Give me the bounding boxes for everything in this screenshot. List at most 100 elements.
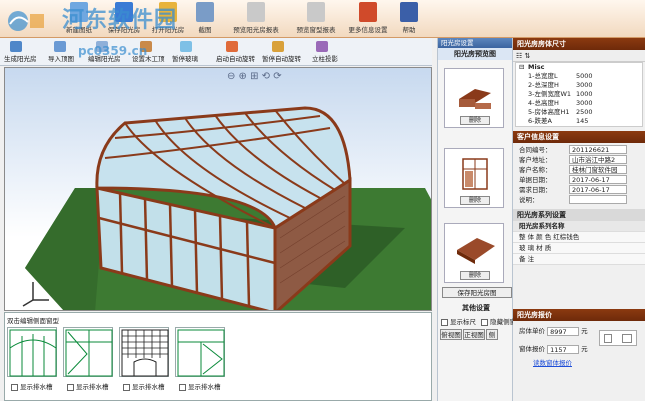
- series-section-header: 阳光房系列设置: [513, 209, 645, 221]
- preview-panel-header: 阳光房设置: [438, 38, 512, 48]
- save-sunroom-image-button[interactable]: 保存阳光房图: [442, 287, 512, 298]
- drain-checkbox-3[interactable]: 显示排水槽: [123, 381, 165, 391]
- customer-field-row: 需求日期： 2017-06-17: [513, 185, 645, 195]
- side-view-button[interactable]: 侧: [486, 329, 498, 340]
- preview-image-top: [457, 238, 495, 264]
- customer-field-input[interactable]: 桂林门窗软件园: [569, 165, 627, 174]
- view-buttons: 俯视图 正视图侧: [440, 329, 499, 340]
- drain-checkbox-1[interactable]: 显示排水槽: [11, 381, 53, 391]
- customer-field-row: 客户名称： 桂林门窗软件园: [513, 165, 645, 175]
- calc-result-icon: [622, 334, 632, 343]
- window-thumb-3[interactable]: [119, 327, 169, 377]
- top-view-button[interactable]: 俯视图: [440, 329, 462, 340]
- window-price-link[interactable]: 读数窗体报价: [533, 357, 572, 367]
- drain-checkbox-4[interactable]: 显示排水槽: [179, 381, 221, 391]
- price-calculator[interactable]: [599, 330, 637, 346]
- delete-preview-3-button[interactable]: 删除: [460, 271, 490, 280]
- customer-field-input[interactable]: 2017-06-17: [569, 185, 627, 194]
- start-rotate-button[interactable]: 启动自动旋转: [216, 53, 255, 63]
- side-window-strip-title: 双击编辑侧面窗型: [7, 317, 59, 325]
- window-price-input[interactable]: 1157: [547, 344, 580, 354]
- rotate-start-icon: [226, 41, 238, 52]
- preview-card-3[interactable]: 删除: [444, 223, 504, 283]
- more-settings-button[interactable]: 更多信息设置: [344, 2, 392, 36]
- property-group-row[interactable]: ⊟ Misc: [516, 63, 642, 72]
- import-icon: [54, 41, 66, 52]
- calc-operand-icon: [604, 334, 612, 343]
- screenshot-button[interactable]: 截图: [192, 2, 218, 36]
- camera-icon: [196, 2, 214, 22]
- sunroom-3d-viewport[interactable]: ⊖ ⊕ ⊞ ⟲ ⟳: [4, 67, 432, 311]
- customer-field-row: 客户地址： 山市浴江中路2: [513, 155, 645, 165]
- app-logo: [4, 8, 46, 34]
- drain-checkbox-2[interactable]: 显示排水槽: [67, 381, 109, 391]
- magnifier-report-icon: [247, 2, 265, 22]
- size-section-header: 阳光房房体尺寸: [513, 38, 645, 50]
- import-top-button[interactable]: 导入顶图: [48, 53, 74, 63]
- other-settings-title: 其他设置: [462, 304, 490, 312]
- preview-window-report-button[interactable]: 预览窗型报表: [290, 2, 342, 36]
- preview-image-front: [459, 89, 491, 109]
- delete-preview-2-button[interactable]: 删除: [460, 196, 490, 205]
- pause-glass-button[interactable]: 暂停玻璃: [172, 53, 198, 63]
- customer-field-row: 合同编号： 201126621: [513, 145, 645, 155]
- size-property-grid: ⊟ Misc 1-总宽度L 5000 2-总深度H 3000 3-左侧宽度W1 1000 4-…: [515, 62, 643, 127]
- customer-field-row: 单据日期： 2017-06-17: [513, 175, 645, 185]
- series-row[interactable]: 玻 璃 材 质: [513, 243, 645, 254]
- sunroom-render: [22, 106, 431, 310]
- rotate-pause-icon: [272, 41, 284, 52]
- preview-card-1[interactable]: 删除: [444, 68, 504, 128]
- preview-card-2[interactable]: 删除: [444, 148, 504, 208]
- property-row[interactable]: 5-房体高度H1 2500: [516, 108, 642, 117]
- window-pattern-arch: [9, 329, 57, 377]
- customer-field-input[interactable]: 山市浴江中路2: [569, 155, 627, 164]
- sort-alpha-icon[interactable]: ⇅: [525, 52, 531, 60]
- window-thumb-1[interactable]: [7, 327, 57, 377]
- property-panel: 阳光房房体尺寸 ☷ ⇅ ⊟ Misc 1-总宽度L 5000 2-总深度H 3000 3-…: [513, 38, 645, 401]
- sort-category-icon[interactable]: ☷: [516, 52, 522, 60]
- watermark-url: pc0359.cn: [78, 44, 148, 58]
- checkbox-box[interactable]: [67, 383, 74, 391]
- column-projection-button[interactable]: 立柱投影: [312, 53, 338, 63]
- unit-price-input[interactable]: 8997: [547, 326, 580, 336]
- window-thumb-4[interactable]: [175, 327, 225, 377]
- help-book-icon: [400, 2, 418, 22]
- preview-panel: 阳光房设置 阳光房预览图 删除 删除 删除 保存阳光房图 其他设置 显示标尺 隐…: [437, 38, 516, 401]
- settings-stack-icon: [359, 2, 377, 22]
- property-row[interactable]: 6-跌差A 145: [516, 117, 642, 126]
- pause-rotate-button[interactable]: 暂停自动旋转: [262, 53, 301, 63]
- series-row[interactable]: 备 注: [513, 254, 645, 265]
- window-pattern-grid: [121, 329, 169, 377]
- property-row[interactable]: 4-总高度H 3000: [516, 99, 642, 108]
- glass-icon: [180, 41, 192, 52]
- sub-toolbar: 生成阳光房 导入顶图 编辑阳光房 设置木工顶 暂停玻璃 启动自动旋转 暂停自动旋…: [0, 38, 432, 66]
- property-row[interactable]: 1-总宽度L 5000: [516, 72, 642, 81]
- property-sort-tools[interactable]: ☷ ⇅: [513, 50, 645, 62]
- front-view-button[interactable]: 正视图: [463, 329, 485, 340]
- checkbox-box[interactable]: [179, 383, 186, 391]
- column-projection-icon: [316, 41, 328, 52]
- collapse-icon[interactable]: ⊟: [519, 63, 524, 72]
- pricing-section-header: 阳光房报价: [513, 309, 645, 321]
- property-row[interactable]: 2-总深度H 3000: [516, 81, 642, 90]
- checkbox-box[interactable]: [11, 383, 18, 391]
- checkbox-box[interactable]: [123, 383, 130, 391]
- side-window-strip: 双击编辑侧面窗型 显示排水槽 显示排水槽 显示排水槽 显示排水槽: [4, 312, 432, 401]
- help-button[interactable]: 帮助: [396, 2, 422, 36]
- hide-side-window-checkbox[interactable]: [481, 318, 489, 326]
- window-pattern-casement: [65, 329, 113, 377]
- property-row[interactable]: 3-左侧宽度W1 1000: [516, 90, 642, 99]
- customer-field-input[interactable]: 201126621: [569, 145, 627, 154]
- customer-field-input[interactable]: [569, 195, 627, 204]
- generate-sunroom-button[interactable]: 生成阳光房: [4, 53, 37, 63]
- preview-title: 阳光房预览图: [438, 48, 512, 60]
- generate-icon: [10, 41, 22, 52]
- window-thumb-2[interactable]: [63, 327, 113, 377]
- view-zoom-tools[interactable]: ⊖ ⊕ ⊞ ⟲ ⟳: [227, 71, 282, 82]
- show-ruler-checkbox[interactable]: [441, 318, 448, 326]
- delete-preview-1-button[interactable]: 删除: [460, 116, 490, 125]
- preview-sunroom-report-button[interactable]: 预览阳光房报表: [226, 2, 286, 36]
- customer-field-input[interactable]: 2017-06-17: [569, 175, 627, 184]
- magnifier-window-icon: [307, 2, 325, 22]
- series-row[interactable]: 整 体 颜 色 红棕钱色: [513, 232, 645, 243]
